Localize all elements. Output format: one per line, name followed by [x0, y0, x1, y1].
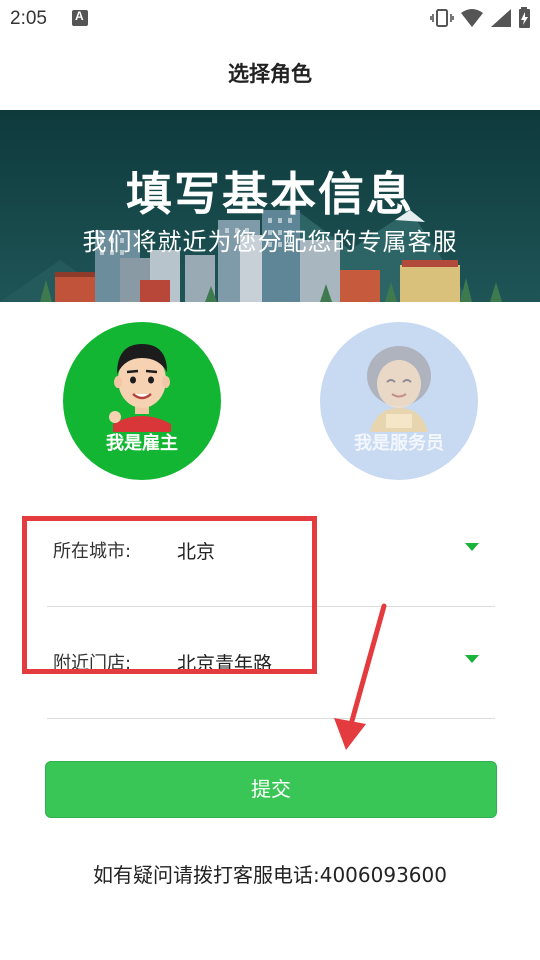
banner-title: 填写基本信息: [126, 167, 414, 221]
status-time: 2:05: [10, 8, 47, 29]
vibrate-icon: [430, 9, 454, 27]
a-notification-icon: [72, 9, 88, 26]
role-helper-label: 我是服务员: [354, 433, 444, 454]
role-helper-button[interactable]: 我是服务员: [320, 322, 478, 480]
status-bar: 2:05: [0, 0, 540, 36]
role-employer-label: 我是雇主: [106, 433, 178, 454]
annotation-highlight-box: [22, 516, 317, 674]
banner-subtitle: 我们将就近为您分配您的专属客服: [82, 228, 458, 256]
employer-avatar-icon: [109, 344, 171, 432]
dropdown-arrow-icon[interactable]: [465, 655, 479, 663]
dropdown-arrow-icon[interactable]: [465, 543, 479, 551]
role-employer-button[interactable]: 我是雇主: [63, 322, 221, 480]
divider: [47, 718, 495, 719]
customer-service-hotline: 如有疑问请拨打客服电话:4006093600: [93, 863, 447, 887]
title-bar: 选择角色: [0, 36, 540, 110]
wifi-icon: [461, 9, 483, 27]
status-icons: [430, 7, 532, 29]
submit-button[interactable]: 提交: [45, 761, 497, 818]
battery-charging-icon: [519, 7, 530, 28]
page-title: 选择角色: [228, 62, 312, 86]
signal-icon: [491, 9, 511, 27]
info-banner: 填写基本信息 我们将就近为您分配您的专属客服: [0, 110, 540, 302]
annotation-arrow-icon: [334, 603, 387, 750]
helper-avatar-icon: [367, 346, 431, 432]
